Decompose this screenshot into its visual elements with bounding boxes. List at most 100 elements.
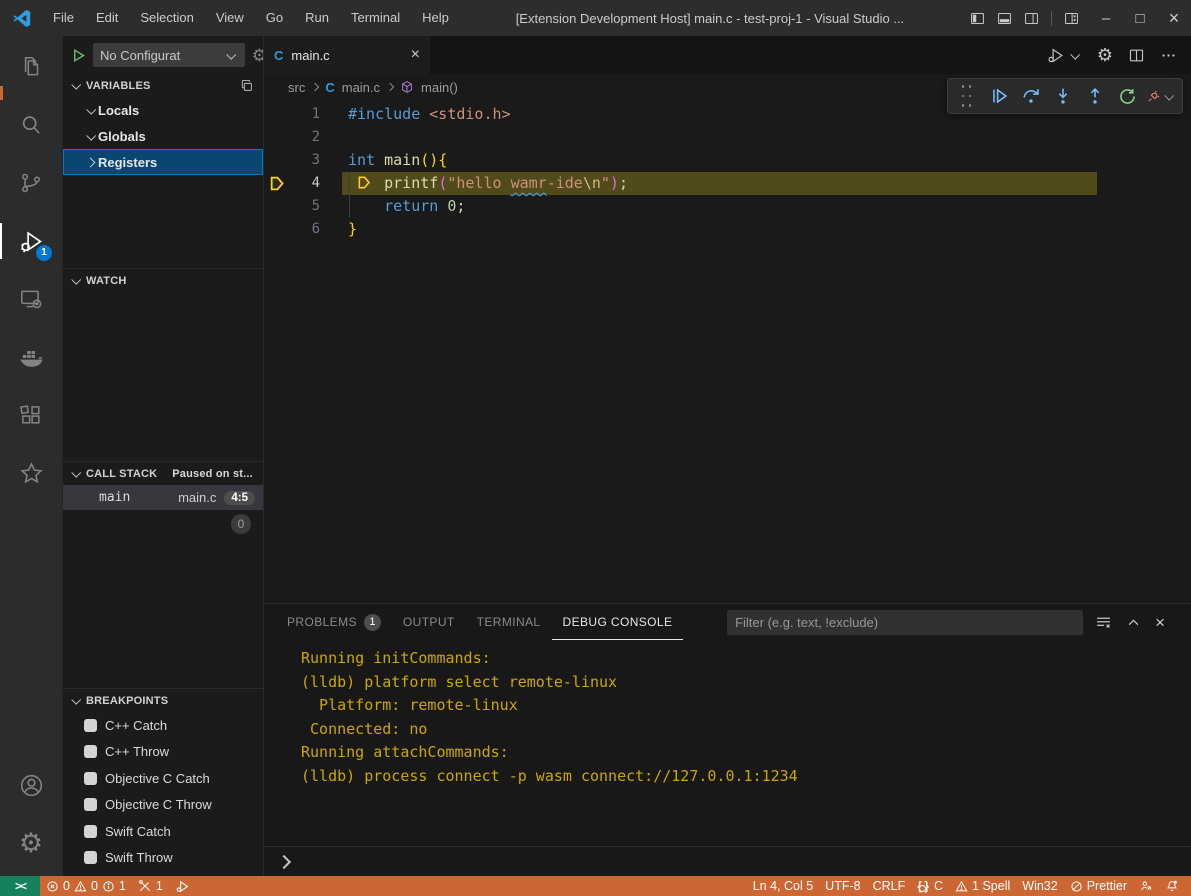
step-over-icon[interactable] <box>1018 83 1044 109</box>
remote-indicator[interactable]: >< <box>0 876 40 896</box>
step-into-icon[interactable] <box>1050 83 1076 109</box>
formatter-status[interactable]: Prettier <box>1064 876 1133 896</box>
breakpoint-checkbox[interactable] <box>84 825 97 838</box>
customize-layout-icon[interactable] <box>1064 11 1079 26</box>
breakpoint-checkbox[interactable] <box>84 719 97 732</box>
breakpoint-row[interactable]: Objective C Throw <box>63 792 263 819</box>
gutter-glyph-margin[interactable] <box>264 218 292 241</box>
copy-icon[interactable] <box>240 79 254 93</box>
breakpoint-row[interactable]: Swift Throw <box>63 845 263 872</box>
menu-item-run[interactable]: Run <box>294 0 340 36</box>
clear-console-icon[interactable] <box>1095 614 1112 631</box>
debug-session-status[interactable] <box>169 876 196 896</box>
breakpoints-header[interactable]: BREAKPOINTS <box>63 689 263 712</box>
breakpoint-row[interactable]: C++ Throw <box>63 739 263 766</box>
line-content[interactable]: int main(){ <box>342 149 447 172</box>
minimize-button[interactable]: – <box>1089 0 1123 36</box>
menu-item-help[interactable]: Help <box>411 0 460 36</box>
tab-close-icon[interactable]: × <box>411 47 420 63</box>
eol-status[interactable]: CRLF <box>867 876 912 896</box>
docker-icon[interactable] <box>0 328 62 386</box>
toggle-secondary-sidebar-icon[interactable] <box>1024 11 1039 26</box>
breadcrumb-symbol[interactable]: main() <box>421 80 458 95</box>
gutter-glyph-margin[interactable] <box>264 103 292 126</box>
editor-settings-gear-icon[interactable]: ⚙ <box>1097 46 1113 64</box>
breadcrumb-file[interactable]: main.c <box>342 80 380 95</box>
menu-item-file[interactable]: File <box>42 0 85 36</box>
line-content[interactable]: printf("hello wamr-ide\n"); <box>342 172 1097 195</box>
step-out-icon[interactable] <box>1082 83 1108 109</box>
search-icon[interactable] <box>0 96 62 154</box>
restart-icon[interactable] <box>1114 83 1140 109</box>
tools-status[interactable]: 1 <box>132 876 169 896</box>
encoding-status[interactable]: UTF-8 <box>819 876 866 896</box>
accounts-icon[interactable] <box>0 756 62 814</box>
favorites-star-icon[interactable] <box>0 444 62 502</box>
call-stack-header[interactable]: CALL STACK Paused on st... <box>63 462 263 485</box>
variables-item-registers[interactable]: Registers <box>63 149 263 175</box>
panel-tab-problems[interactable]: PROBLEMS1 <box>276 605 392 640</box>
spell-checker-status[interactable]: 1 Spell <box>949 876 1016 896</box>
continue-icon[interactable] <box>986 83 1012 109</box>
panel-tab-output[interactable]: OUTPUT <box>392 605 466 640</box>
variables-header[interactable]: VARIABLES <box>63 74 263 97</box>
run-or-debug-icon[interactable] <box>1046 46 1082 65</box>
settings-gear-icon[interactable]: ⚙ <box>0 814 62 872</box>
debug-filter-input[interactable] <box>727 610 1083 635</box>
menu-item-edit[interactable]: Edit <box>85 0 129 36</box>
tab-main-c[interactable]: C main.c × <box>264 36 430 74</box>
menu-item-terminal[interactable]: Terminal <box>340 0 411 36</box>
run-and-debug-icon[interactable]: 1 <box>0 212 62 270</box>
cursor-position[interactable]: Ln 4, Col 5 <box>747 876 819 896</box>
gutter-glyph-margin[interactable] <box>264 149 292 172</box>
menu-item-selection[interactable]: Selection <box>129 0 204 36</box>
menu-item-view[interactable]: View <box>205 0 255 36</box>
close-button[interactable]: × <box>1157 0 1191 36</box>
toggle-panel-icon[interactable] <box>997 11 1012 26</box>
stack-frame-row[interactable]: main main.c 4:5 <box>63 485 263 510</box>
variables-item-globals[interactable]: Globals <box>63 123 263 149</box>
launch-settings-gear-icon[interactable]: ⚙ <box>252 47 263 64</box>
drag-handle-icon[interactable] <box>954 83 980 109</box>
gutter-glyph-margin[interactable] <box>264 126 292 149</box>
platform-status[interactable]: Win32 <box>1016 876 1063 896</box>
close-panel-icon[interactable]: × <box>1155 614 1165 631</box>
breakpoint-row[interactable]: Objective C Catch <box>63 765 263 792</box>
debug-config-dropdown[interactable]: No Configurat <box>93 43 245 67</box>
breakpoint-checkbox[interactable] <box>84 745 97 758</box>
explorer-icon[interactable] <box>0 38 62 96</box>
menu-item-go[interactable]: Go <box>255 0 294 36</box>
breadcrumb-folder[interactable]: src <box>288 80 305 95</box>
line-content[interactable]: #include <stdio.h> <box>342 103 511 126</box>
maximize-button[interactable]: □ <box>1123 0 1157 36</box>
variables-item-locals[interactable]: Locals <box>63 97 263 123</box>
code-editor[interactable]: 1#include <stdio.h>2 3int main(){4 print… <box>264 100 1191 603</box>
maximize-panel-icon[interactable] <box>1126 615 1141 630</box>
extensions-icon[interactable] <box>0 386 62 444</box>
start-debug-icon[interactable] <box>71 48 86 63</box>
line-content[interactable]: } <box>342 218 357 241</box>
panel-tab-terminal[interactable]: TERMINAL <box>466 605 552 640</box>
debug-console-input[interactable] <box>264 846 1191 876</box>
line-content[interactable] <box>342 126 357 149</box>
line-content[interactable]: return 0; <box>342 195 465 218</box>
breakpoint-row[interactable]: Swift Catch <box>63 818 263 845</box>
breakpoint-checkbox[interactable] <box>84 851 97 864</box>
language-mode[interactable]: { } C <box>911 876 949 896</box>
feedback-status[interactable] <box>1133 876 1159 896</box>
watch-header[interactable]: WATCH <box>63 269 263 292</box>
more-actions-icon[interactable] <box>1160 47 1177 64</box>
gutter-glyph-margin[interactable] <box>264 172 292 195</box>
breakpoint-checkbox[interactable] <box>84 772 97 785</box>
source-control-icon[interactable] <box>0 154 62 212</box>
breakpoint-checkbox[interactable] <box>84 798 97 811</box>
remote-explorer-icon[interactable] <box>0 270 62 328</box>
disconnect-icon[interactable] <box>1146 83 1176 109</box>
problems-status[interactable]: 0 0 1 <box>40 876 132 896</box>
gutter-glyph-margin[interactable] <box>264 195 292 218</box>
breakpoint-row[interactable]: C++ Catch <box>63 712 263 739</box>
notifications-bell[interactable] <box>1159 876 1185 896</box>
split-editor-icon[interactable] <box>1128 47 1145 64</box>
panel-tab-debug-console[interactable]: DEBUG CONSOLE <box>552 605 684 640</box>
toggle-sidebar-icon[interactable] <box>970 11 985 26</box>
